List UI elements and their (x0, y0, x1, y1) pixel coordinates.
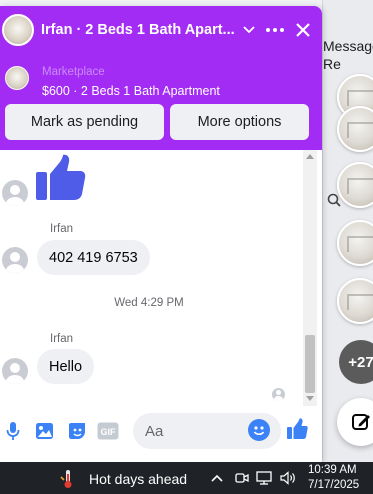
sender-name: Irfan (50, 223, 74, 235)
listing-title: $600 · 2 Beds 1 Bath Apartment (42, 84, 220, 98)
scroll-up-arrow-icon[interactable] (306, 154, 314, 159)
taskbar: Hot days ahead 10:39 AM 7/17/2025 (0, 462, 373, 494)
conversation-thumbnail[interactable] (337, 220, 373, 266)
weather-widget[interactable]: Hot days ahead (89, 471, 187, 487)
more-chats-count: +27 (348, 353, 373, 371)
gif-icon[interactable]: GIF (97, 420, 119, 442)
screen: Message Re +27 Irfan · 2 Beds 1 Bath Apa… (0, 0, 373, 494)
background-header-text: Message (323, 38, 373, 54)
message-composer: GIF (0, 406, 322, 462)
compose-icon (352, 414, 370, 430)
clock-time[interactable]: 10:39 AM (308, 464, 357, 476)
message-bubble[interactable]: 402 419 6753 (37, 240, 150, 275)
message-scrollbar[interactable] (303, 150, 317, 406)
avatar[interactable] (2, 247, 28, 273)
background-subheader-text: Re (323, 56, 341, 72)
like-sticker-icon (36, 154, 86, 200)
chevron-down-icon[interactable] (237, 18, 261, 42)
gif-label: GIF (101, 427, 117, 437)
background-messenger-column: Message Re +27 (322, 0, 373, 462)
listing-avatar[interactable] (2, 14, 34, 46)
chat-window: Irfan · 2 Beds 1 Bath Apart... Marketpla… (0, 6, 322, 462)
photo-icon[interactable] (34, 420, 56, 442)
listing-thumbnail (5, 66, 29, 90)
marketplace-listing[interactable]: Marketplace $600 · 2 Beds 1 Bath Apartme… (0, 60, 322, 104)
more-options-icon[interactable] (263, 18, 287, 42)
scrollbar-thumb[interactable] (305, 335, 315, 393)
chat-header: Irfan · 2 Beds 1 Bath Apart... Marketpla… (0, 6, 322, 150)
clock-date[interactable]: 7/17/2025 (308, 479, 359, 491)
like-icon[interactable] (286, 418, 308, 440)
message-text: Hello (49, 358, 83, 375)
volume-icon[interactable] (280, 470, 296, 486)
conversation-thumbnail[interactable] (337, 162, 373, 208)
close-icon[interactable] (291, 18, 315, 42)
network-icon[interactable] (256, 470, 272, 486)
chevron-up-icon[interactable] (209, 470, 225, 486)
conversation-thumbnail[interactable] (337, 278, 373, 324)
new-message-button[interactable] (337, 398, 373, 446)
meet-now-icon[interactable] (234, 470, 250, 486)
seen-indicator-avatar (272, 388, 285, 401)
conversation-thumbnail[interactable] (337, 106, 373, 152)
message-text: 402 419 6753 (49, 249, 138, 266)
more-chats-button[interactable]: +27 (339, 340, 373, 384)
avatar[interactable] (2, 180, 28, 206)
message-bubble[interactable]: Hello (37, 349, 95, 384)
microphone-icon[interactable] (2, 420, 24, 442)
message-timestamp: Wed 4:29 PM (114, 297, 184, 309)
chat-title[interactable]: Irfan · 2 Beds 1 Bath Apart... (41, 22, 235, 38)
listing-source: Marketplace (42, 66, 105, 78)
scroll-down-arrow-icon[interactable] (306, 396, 314, 401)
emoji-icon[interactable] (248, 419, 270, 441)
message-thread: Irfan 402 419 6753 Wed 4:29 PM Irfan Hel… (0, 150, 322, 406)
avatar[interactable] (2, 358, 28, 384)
more-options-button[interactable]: More options (170, 104, 309, 140)
sender-name: Irfan (50, 333, 74, 345)
mark-as-pending-button[interactable]: Mark as pending (5, 104, 164, 140)
thermometer-icon[interactable] (58, 469, 78, 489)
sticker-icon[interactable] (66, 420, 88, 442)
